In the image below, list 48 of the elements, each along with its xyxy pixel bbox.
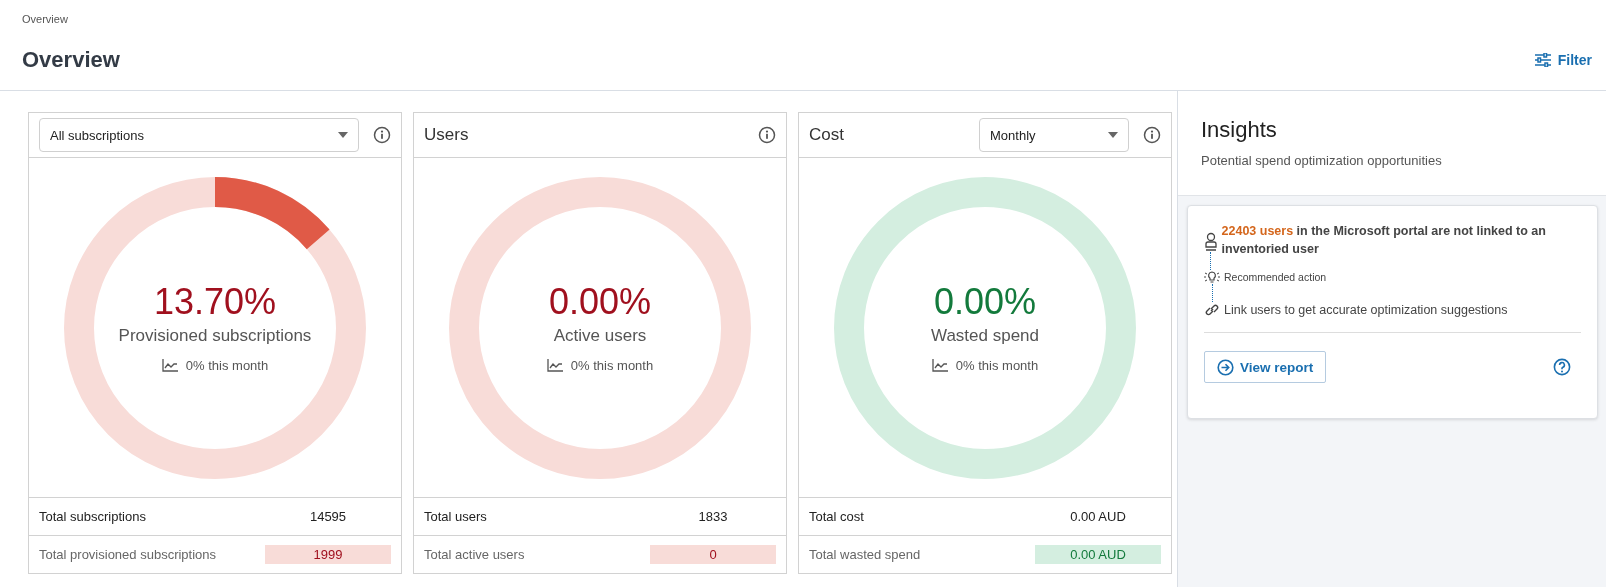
gauge-label: Wasted spend (930, 325, 1039, 346)
card-title: Users (424, 125, 470, 145)
row-value: 1833 (697, 508, 729, 526)
row-value: 14595 (308, 508, 348, 526)
trend-text: 0% this month (185, 357, 269, 373)
insight-text: 22403 users in the Microsoft portal are not linked to an inventoried user (1221, 223, 1547, 259)
row-label: Total wasted spend (809, 547, 922, 562)
trend-text: 0% this month (955, 357, 1039, 373)
row-label: Total provisioned subscriptions (39, 547, 218, 562)
gauge-label: Provisioned subscriptions (118, 325, 312, 346)
row-label: Total subscriptions (39, 509, 147, 524)
row-label: Total users (424, 509, 488, 524)
trend-chart-icon (161, 358, 178, 372)
row-value: 1999 (265, 545, 391, 564)
info-icon[interactable] (373, 126, 391, 144)
link-icon (1204, 302, 1220, 318)
percent-value: 0.00% (548, 282, 652, 322)
info-icon[interactable] (1143, 126, 1161, 144)
panel-title: Insights (1201, 117, 1278, 143)
trend-chart-icon (546, 358, 563, 372)
person-icon (1204, 232, 1217, 252)
filter-button[interactable]: Filter (1533, 50, 1592, 70)
row-value: 0 (650, 545, 776, 564)
info-icon[interactable] (758, 126, 776, 144)
row-value: 0.00 AUD (1035, 545, 1161, 564)
percent-value: 0.00% (933, 282, 1037, 322)
trend-text: 0% this month (570, 357, 654, 373)
page-title: Overview (22, 47, 120, 73)
action-text: Link users to get accurate optimization suggestions (1224, 303, 1508, 317)
gauge-label: Active users (553, 325, 647, 346)
trend-chart-icon (931, 358, 948, 372)
row-label: Total cost (809, 509, 865, 524)
dropdown[interactable]: All subscriptions (39, 118, 359, 152)
panel-subtitle: Potential spend optimization opportunities (1201, 153, 1443, 168)
row-value: 0.00 AUD (1069, 508, 1127, 526)
dropdown[interactable]: Monthly (979, 118, 1129, 152)
card-title: Cost (809, 125, 845, 145)
sliders-icon (1533, 53, 1552, 67)
caret-icon (338, 132, 348, 138)
arrow-circle-icon (1217, 358, 1234, 376)
help-icon[interactable] (1553, 358, 1571, 376)
breadcrumb[interactable]: Overview (22, 13, 1584, 25)
step-label: Recommended action (1224, 271, 1327, 283)
caret-icon (1108, 132, 1118, 138)
view-report-button[interactable]: View report (1204, 351, 1327, 383)
lightbulb-icon (1204, 270, 1220, 284)
percent-value: 13.70% (153, 282, 277, 322)
row-label: Total active users (424, 547, 526, 562)
